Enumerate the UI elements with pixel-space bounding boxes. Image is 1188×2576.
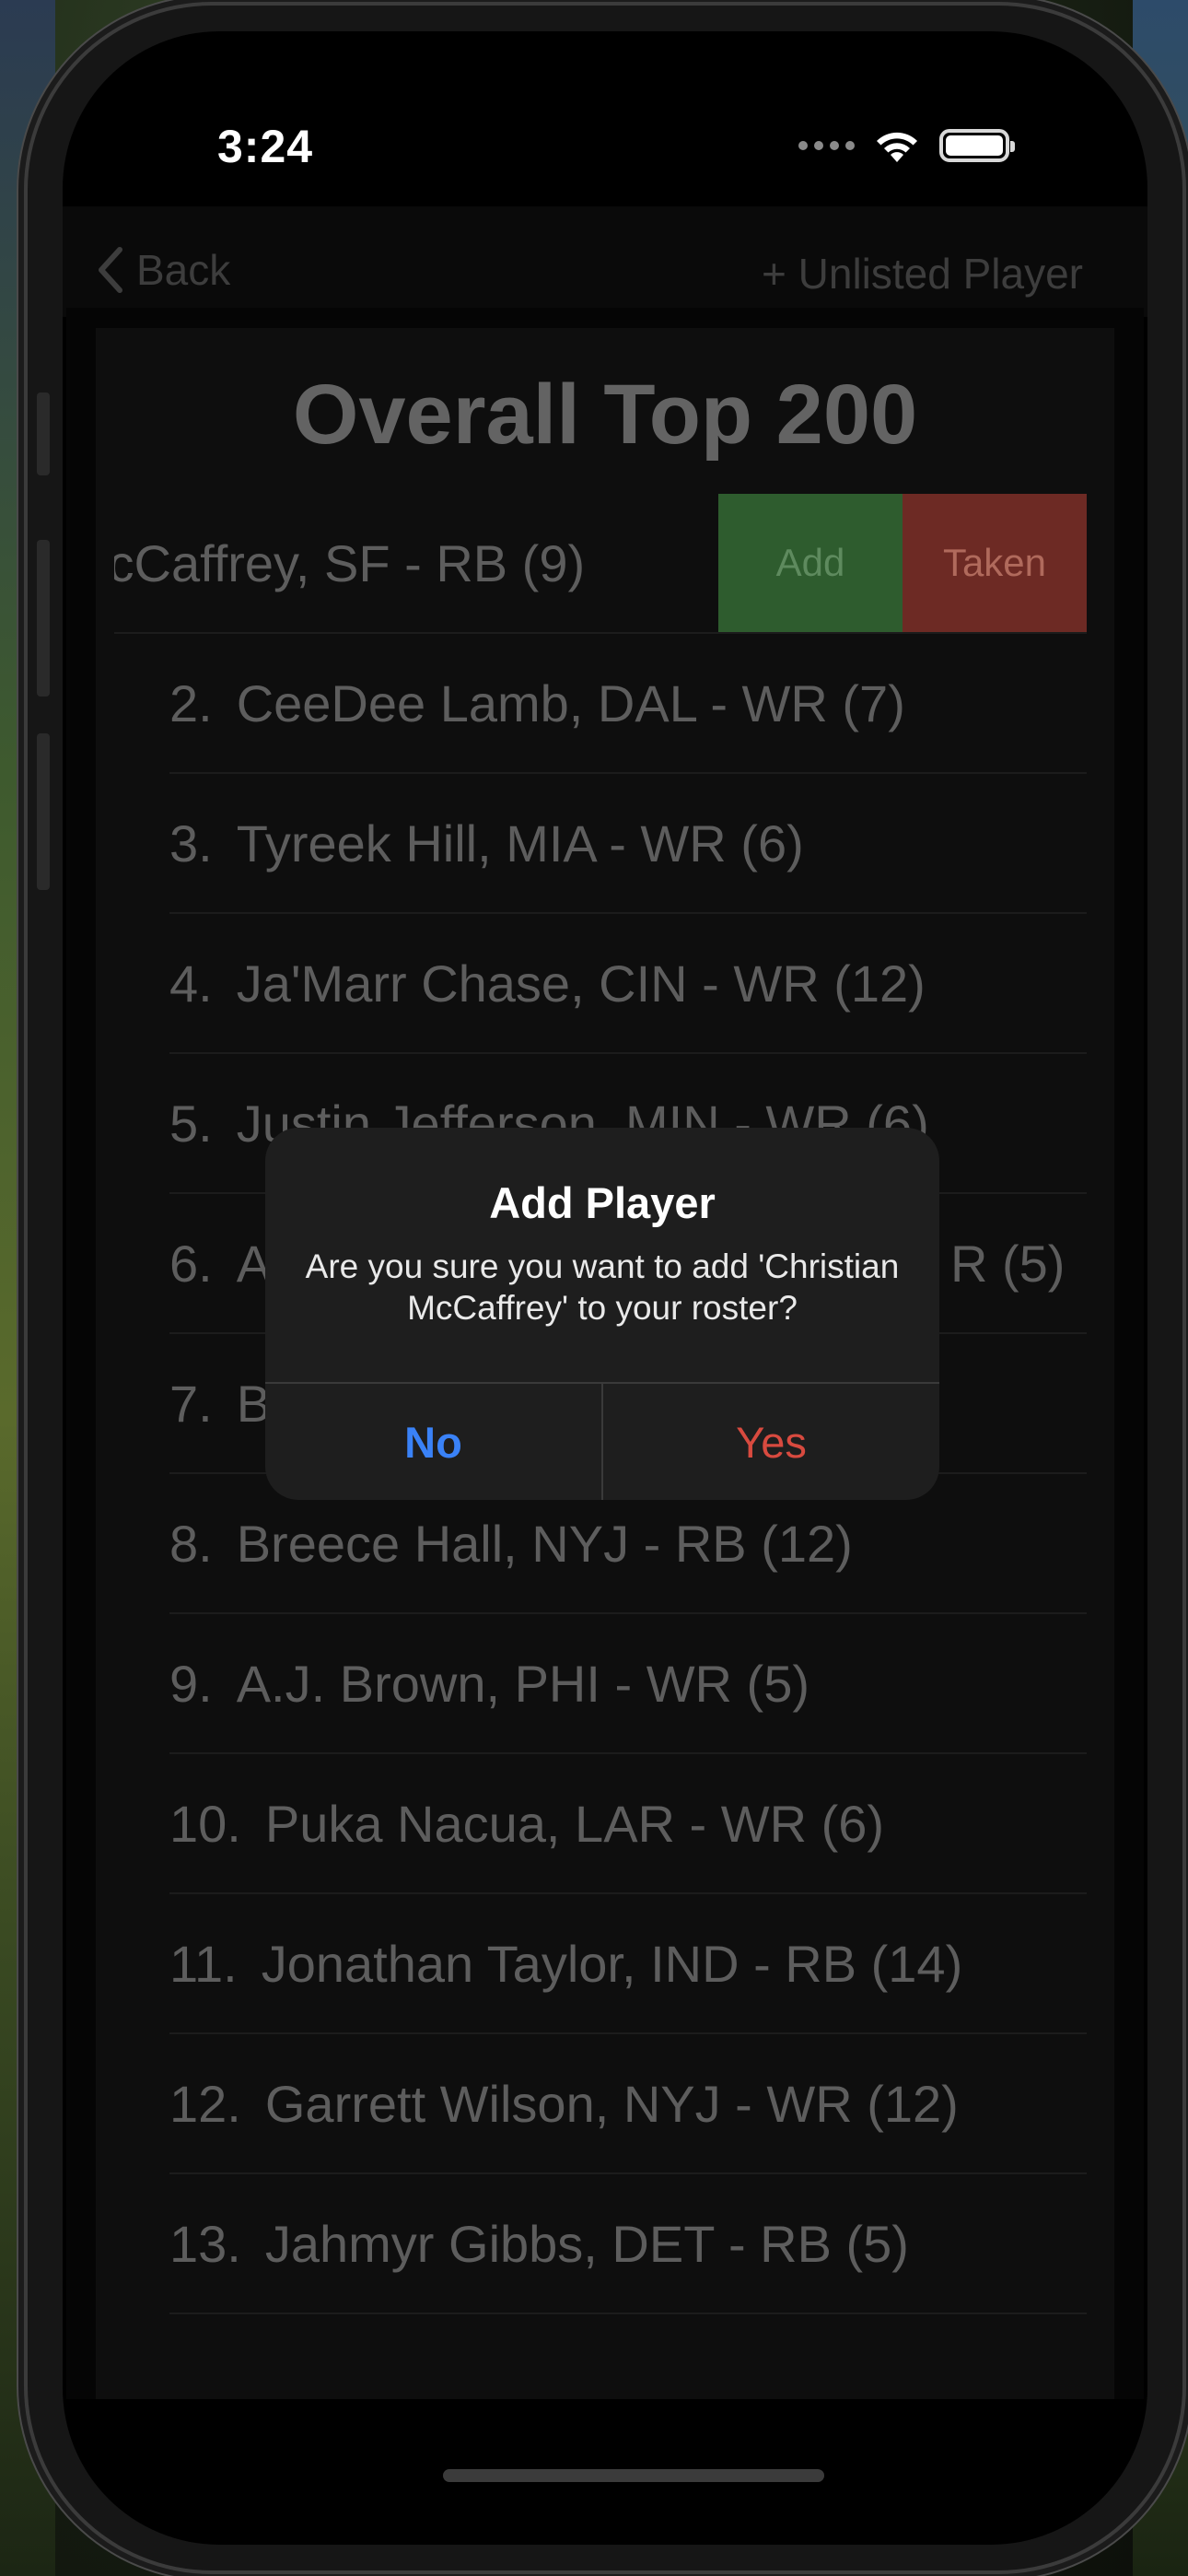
volume-down-button bbox=[37, 733, 50, 890]
cellular-signal-icon bbox=[798, 141, 855, 150]
player-row[interactable]: 2. CeeDee Lamb, DAL - WR (7) bbox=[169, 634, 1087, 774]
add-player-alert: Add Player Are you sure you want to add … bbox=[265, 1128, 939, 1500]
status-time: 3:24 bbox=[217, 121, 314, 172]
battery-icon bbox=[939, 129, 1015, 162]
player-row[interactable]: 11. Jonathan Taylor, IND - RB (14) bbox=[169, 1894, 1087, 2034]
player-row[interactable]: 10. Puka Nacua, LAR - WR (6) bbox=[169, 1754, 1087, 1894]
no-button[interactable]: No bbox=[265, 1384, 601, 1500]
status-icons bbox=[798, 127, 1015, 164]
player-row[interactable]: 12. Garrett Wilson, NYJ - WR (12) bbox=[169, 2034, 1087, 2174]
player-row-swiped[interactable]: ıcCaffrey, SF - RB (9) Add Taken bbox=[114, 494, 1087, 634]
player-row[interactable]: 9. A.J. Brown, PHI - WR (5) bbox=[169, 1614, 1087, 1754]
mute-switch bbox=[37, 392, 50, 475]
player-name: ıcCaffrey, SF - RB (9) bbox=[114, 533, 586, 592]
swipe-actions: Add Taken bbox=[718, 494, 1087, 632]
volume-up-button bbox=[37, 540, 50, 697]
screen: 3:24 Back + Unlisted Player Overall Top … bbox=[63, 31, 1147, 2545]
player-row[interactable]: 3. Tyreek Hill, MIA - WR (6) bbox=[169, 774, 1087, 914]
swiped-row-text: ıcCaffrey, SF - RB (9) bbox=[114, 494, 722, 632]
player-name: A.J. Brown, PHI - WR (5) bbox=[236, 1654, 809, 1713]
alert-title: Add Player bbox=[489, 1178, 716, 1227]
wifi-icon bbox=[877, 132, 917, 162]
player-rank: 8. bbox=[169, 1514, 213, 1573]
back-button[interactable]: Back bbox=[96, 245, 230, 295]
player-name: Tyreek Hill, MIA - WR (6) bbox=[236, 814, 804, 872]
player-rank: 5. bbox=[169, 1094, 213, 1153]
player-rank: 10. bbox=[169, 1794, 241, 1853]
add-action-button[interactable]: Add bbox=[718, 494, 903, 632]
player-name: CeeDee Lamb, DAL - WR (7) bbox=[236, 673, 905, 732]
player-name: Puka Nacua, LAR - WR (6) bbox=[264, 1794, 885, 1853]
alert-message: Are you sure you want to add 'Christian … bbox=[305, 1247, 900, 1328]
taken-action-button[interactable]: Taken bbox=[903, 494, 1087, 632]
player-name: Jonathan Taylor, IND - RB (14) bbox=[261, 1934, 963, 1993]
player-rank: 2. bbox=[169, 673, 213, 732]
player-rank: 7. bbox=[169, 1374, 213, 1433]
player-rank: 9. bbox=[169, 1654, 213, 1713]
player-name: Breece Hall, NYJ - RB (12) bbox=[236, 1514, 853, 1573]
player-rank: 6. bbox=[169, 1234, 213, 1293]
player-rank: 3. bbox=[169, 814, 213, 872]
player-rank: 13. bbox=[169, 2214, 241, 2273]
chevron-left-icon bbox=[99, 247, 122, 293]
home-indicator[interactable] bbox=[443, 2469, 824, 2482]
player-name: Garrett Wilson, NYJ - WR (12) bbox=[264, 2074, 959, 2133]
navigation-bar: Back + Unlisted Player bbox=[63, 206, 1147, 317]
player-row[interactable]: 4. Ja'Marr Chase, CIN - WR (12) bbox=[169, 914, 1087, 1054]
player-rank: 12. bbox=[169, 2074, 241, 2133]
player-name: Jahmyr Gibbs, DET - RB (5) bbox=[264, 2214, 909, 2273]
player-name-tail: R (5) bbox=[950, 1234, 1066, 1293]
yes-button[interactable]: Yes bbox=[603, 1384, 939, 1500]
player-rank: 4. bbox=[169, 954, 213, 1013]
back-label: Back bbox=[136, 246, 231, 294]
add-unlisted-player-button[interactable]: + Unlisted Player bbox=[762, 249, 1083, 299]
player-name: Ja'Marr Chase, CIN - WR (12) bbox=[236, 954, 926, 1013]
player-rank: 11. bbox=[169, 1934, 238, 1993]
player-row[interactable]: 13. Jahmyr Gibbs, DET - RB (5) bbox=[169, 2174, 1087, 2314]
phone-frame: 3:24 Back + Unlisted Player Overall Top … bbox=[28, 6, 1182, 2570]
page-title: Overall Top 200 bbox=[292, 368, 918, 462]
